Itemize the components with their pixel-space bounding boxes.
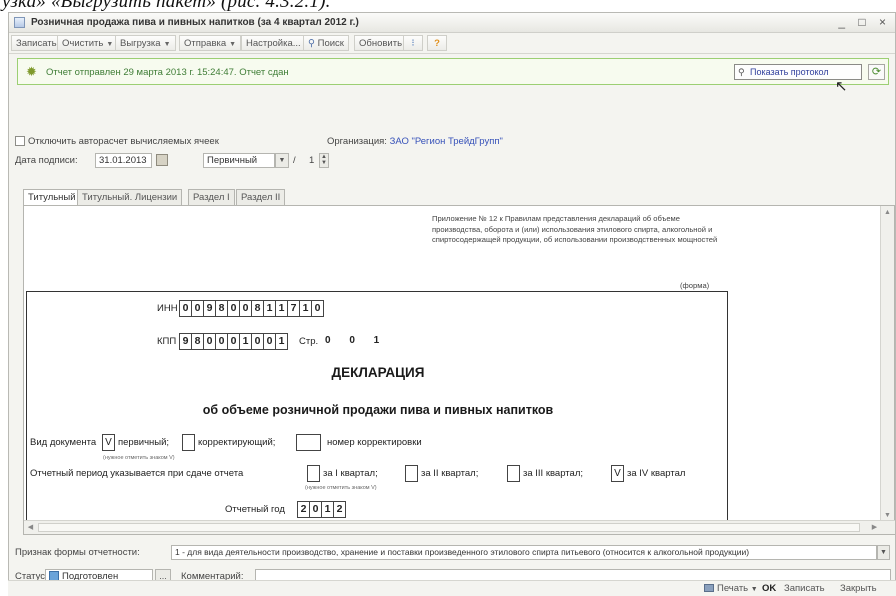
page-count: 1 (309, 155, 315, 166)
search-button[interactable]: ⚲ Поиск (303, 35, 349, 51)
kpp-label: КПП (157, 336, 177, 347)
correction-number-field[interactable] (296, 434, 321, 451)
refresh-button[interactable]: Обновить (354, 35, 408, 51)
corrective-checkbox[interactable] (182, 434, 195, 451)
doctype-label: Вид документа (30, 437, 97, 448)
notice-message: Отчет отправлен 29 марта 2013 г. 15:24:4… (46, 67, 289, 78)
form-panel: Приложение № 12 к Правилам представления… (23, 205, 895, 535)
appendix-note: Приложение № 12 к Правилам представления… (432, 214, 718, 245)
primary-checkbox[interactable]: V (102, 434, 115, 451)
chevron-down-icon: ▼ (229, 41, 237, 48)
page-label: Стр. (299, 336, 319, 347)
correction-number-label: номер корректировки (327, 437, 422, 448)
declaration-title: ДЕКЛАРАЦИЯ (331, 365, 425, 380)
help-icon[interactable]: ? (427, 35, 447, 51)
status-notice: ✹ Отчет отправлен 29 марта 2013 г. 15:24… (17, 58, 889, 95)
horizontal-scrollbar[interactable]: ◀ ▶ (24, 520, 895, 534)
ok-button[interactable]: OK (762, 583, 776, 594)
settings-button[interactable]: Настройка... (241, 35, 306, 51)
window-title: Розничная продажа пива и пивных напитков… (31, 17, 359, 28)
organization-row: Организация: ЗАО "Регион ТрейдГрупп" (327, 136, 503, 147)
search-icon: ⚲ (308, 38, 318, 49)
document-icon (14, 17, 25, 28)
declaration-subtitle: об объеме розничной продажи пива и пивны… (202, 403, 554, 417)
export-button[interactable]: Выгрузка ▼ (115, 35, 176, 51)
scroll-up-icon[interactable]: ▲ (881, 206, 894, 219)
autocalc-checkbox[interactable] (15, 136, 25, 146)
sent-icon: ✹ (26, 64, 37, 79)
scroll-right-icon[interactable]: ▶ (868, 521, 881, 534)
page-number: 0 0 1 (325, 335, 388, 346)
print-button[interactable]: Печать ▼ (704, 583, 758, 594)
clear-button[interactable]: Очистить ▼ (57, 35, 119, 51)
structure-icon[interactable]: ⁝ (403, 35, 423, 51)
title-bar: Розничная продажа пива и пивных напитков… (9, 13, 895, 33)
form-label: (форма) (680, 281, 710, 290)
kpp-cells[interactable]: 9 8 0 0 0 1 0 0 1 (179, 333, 288, 350)
tab-title-licenses[interactable]: Титульный. Лицензии (77, 189, 183, 206)
q1-label: за I квартал; (323, 468, 378, 479)
save-footer-button[interactable]: Записать (784, 583, 825, 594)
autocalc-option[interactable]: Отключить авторасчет вычисляемых ячеек (15, 136, 219, 147)
scroll-thumb[interactable] (38, 523, 860, 532)
q2-label: за II квартал; (421, 468, 479, 479)
q1-checkbox[interactable] (307, 465, 320, 482)
chevron-down-icon[interactable]: ▼ (877, 545, 890, 560)
tab-section-2[interactable]: Раздел II (236, 189, 286, 206)
sign-date-label: Дата подписи: (15, 155, 78, 166)
doctype-hint: (нужное отметить знаком V) (103, 455, 175, 461)
year-label: Отчетный год (225, 504, 285, 515)
year-cells[interactable]: 2 0 1 2 (297, 501, 346, 518)
chevron-down-icon: ▼ (750, 586, 758, 593)
declaration-form: ИНН 0 0 9 8 0 0 8 1 1 7 1 0 КПП 9 8 0 0 (26, 291, 728, 531)
chevron-down-icon: ▼ (163, 41, 171, 48)
q3-checkbox[interactable] (507, 465, 520, 482)
corrective-label: корректирующий; (198, 437, 276, 448)
scroll-left-icon[interactable]: ◀ (24, 521, 37, 534)
printer-icon (704, 584, 714, 592)
inn-cells[interactable]: 0 0 9 8 0 0 8 1 1 7 1 0 (179, 300, 324, 317)
mouse-cursor-icon: ↖ (835, 78, 848, 95)
calendar-icon[interactable] (156, 154, 168, 166)
footer-buttons: Печать ▼ OK Записать Закрыть (8, 580, 896, 596)
toolbar: Записать Очистить ▼ Выгрузка ▼ Отправка ▼ Н… (9, 33, 895, 54)
inn-label: ИНН (157, 303, 178, 314)
organization-link[interactable]: ЗАО "Регион ТрейдГрупп" (390, 136, 503, 147)
q2-checkbox[interactable] (405, 465, 418, 482)
chevron-down-icon: ▼ (106, 41, 114, 48)
window-controls[interactable]: _ □ × (838, 15, 891, 29)
q4-checkbox[interactable]: V (611, 465, 624, 482)
send-button[interactable]: Отправка ▼ (179, 35, 242, 51)
sign-date-field[interactable]: 31.01.2013 (95, 153, 152, 168)
tab-section-1[interactable]: Раздел I (188, 189, 235, 206)
search-icon: ⚲ (738, 67, 745, 77)
form-sign-label: Признак формы отчетности: (15, 547, 140, 558)
refresh-icon[interactable]: ⟳ (868, 64, 885, 80)
report-window: Розничная продажа пива и пивных напитков… (8, 12, 896, 596)
q3-label: за III квартал; (523, 468, 584, 479)
page-separator: / (293, 155, 296, 166)
primary-label: первичный; (118, 437, 170, 448)
period-label: Отчетный период указывается при сдаче от… (30, 468, 244, 479)
period-hint: (нужное отметить знаком V) (305, 485, 377, 491)
save-button[interactable]: Записать (11, 35, 62, 51)
doc-kind-select[interactable]: Первичный (203, 153, 275, 168)
chevron-down-icon[interactable]: ▼ (275, 153, 289, 168)
close-button[interactable]: Закрыть (840, 583, 877, 594)
vertical-scrollbar[interactable]: ▲ ▼ (880, 206, 894, 522)
page-stepper[interactable]: ▲ ▼ (319, 153, 329, 168)
q4-label: за IV квартал (627, 468, 686, 479)
form-sign-select[interactable]: 1 - для вида деятельности производство, … (171, 545, 877, 560)
